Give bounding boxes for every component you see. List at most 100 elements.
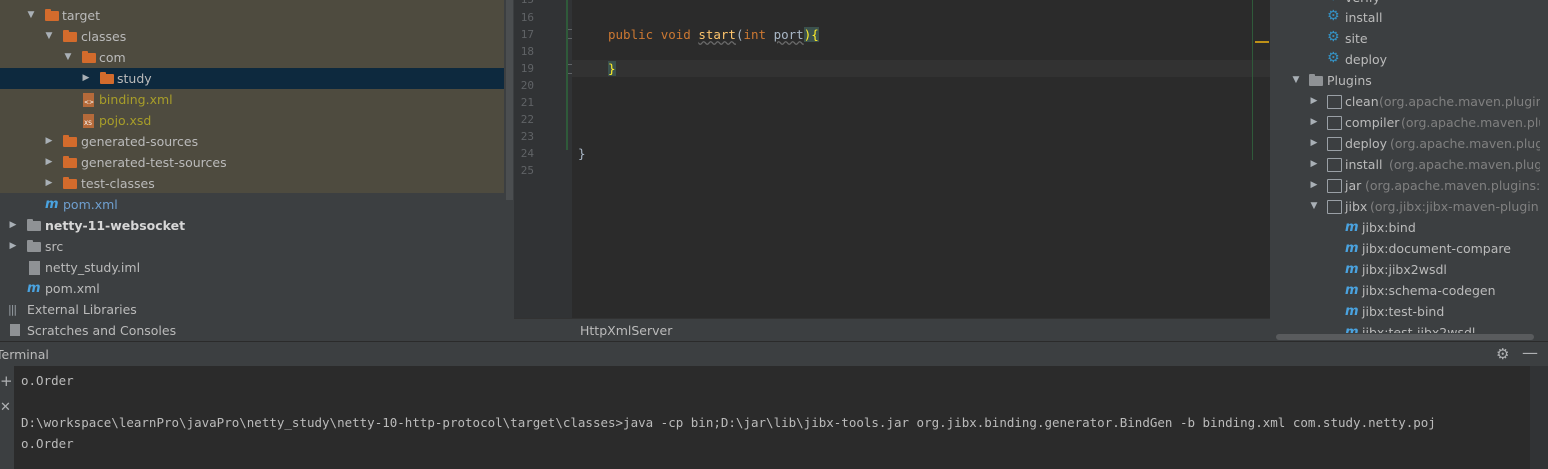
tree-item-com[interactable]: ▼ com [0,47,504,68]
new-session-plus-icon[interactable]: + [0,372,13,390]
gear-icon: ⚙ [1327,0,1340,3]
goal-jibx-document-compare[interactable]: m jibx:document-compare [1270,238,1540,259]
plugin-icon [1327,137,1342,151]
editor-gutter[interactable]: 15 16 17 18 19 20 21 22 23 24 25 [514,0,576,318]
folder-icon [45,9,59,21]
code-line-24: } [578,146,586,161]
goal-jibx-schema-codegen[interactable]: m jibx:schema-codegen [1270,280,1540,301]
terminal-scrollbar[interactable] [1530,366,1548,469]
tree-item-scratches-and-consoles[interactable]: Scratches and Consoles [0,320,504,341]
scratches-icon [10,324,20,336]
expand-arrow-down-icon[interactable]: ▼ [63,47,73,68]
project-tool-window: ▼ target ▼ classes ▼ com ▶ study <> bind… [0,0,514,341]
scrollbar-thumb[interactable] [506,0,513,200]
folder-icon [100,72,114,84]
plugin-icon [1327,116,1342,130]
close-session-icon[interactable]: ✕ [0,400,11,415]
expand-arrow-right-icon[interactable]: ▶ [44,152,54,173]
goal-jibx-jibx2wsdl[interactable]: m jibx:jibx2wsdl [1270,259,1540,280]
maven-goal-icon: m [1345,304,1359,319]
expand-arrow-down-icon[interactable]: ▼ [26,5,36,26]
code-editor[interactable]: public void start(int port){ } } [566,0,1270,318]
plugin-icon [1327,179,1342,193]
change-marker [566,0,568,150]
tree-item-generated-sources[interactable]: ▶ generated-sources [0,131,504,152]
expand-arrow-down-icon[interactable]: ▼ [44,26,54,47]
tree-item-pom-xml[interactable]: m pom.xml [0,194,504,215]
breadcrumb-class[interactable]: HttpXmlServer [580,323,672,338]
lifecycle-site[interactable]: ⚙ site [1270,28,1540,49]
tree-item-pojo-xsd[interactable]: XS pojo.xsd [0,110,504,131]
tree-item-netty-11-websocket[interactable]: ▶ netty-11-websocket [0,215,504,236]
expand-arrow-right-icon[interactable]: ▶ [44,131,54,152]
expand-arrow-right-icon[interactable]: ▶ [1309,133,1319,154]
folder-icon [63,30,77,42]
expand-arrow-right-icon[interactable]: ▶ [1309,154,1319,175]
project-scrollbar[interactable] [505,0,514,341]
line-number: 16 [520,11,534,24]
line-number: 23 [520,130,534,143]
folder-icon [63,156,77,168]
folder-icon [63,177,77,189]
maven-tool-window: ⚙ verify ⚙ install ⚙ site ⚙ deploy ▼ Plu… [1270,0,1548,341]
terminal-line: o.Order [21,373,74,388]
expand-arrow-right-icon[interactable]: ▶ [8,215,18,236]
line-number: 19 [520,62,534,75]
folder-icon [82,51,96,63]
current-line-highlight [572,60,1270,77]
expand-arrow-right-icon[interactable]: ▶ [81,68,91,89]
plugin-icon [1327,200,1342,214]
plugin-jibx[interactable]: ▼ jibx (org.jibx:jibx-maven-plugin:1.3 [1270,196,1548,217]
gear-icon[interactable]: ⚙ [1496,345,1509,363]
plugins-node[interactable]: ▼ Plugins [1270,70,1540,91]
expand-arrow-down-icon[interactable]: ▼ [1291,70,1301,91]
tree-item-external-libraries[interactable]: ||| External Libraries [0,299,504,320]
tree-item-test-classes[interactable]: ▶ test-classes [0,173,504,194]
plugin-install[interactable]: ▶ install (org.apache.maven.plugins:mave… [1270,154,1548,175]
expand-arrow-right-icon[interactable]: ▶ [1309,112,1319,133]
maven-file-icon: m [27,281,41,296]
code-line-19: } [608,61,616,76]
tree-item-netty-study-iml[interactable]: netty_study.iml [0,257,504,278]
line-number: 20 [520,79,534,92]
plugin-compiler[interactable]: ▶ compiler (org.apache.maven.plugins:mav… [1270,112,1548,133]
tree-item-generated-test-sources[interactable]: ▶ generated-test-sources [0,152,504,173]
plugin-jar[interactable]: ▶ jar (org.apache.maven.plugins:maven-ja… [1270,175,1548,196]
scrollbar-thumb[interactable] [1276,334,1534,340]
folder-icon [27,240,41,252]
right-margin-guide [1252,0,1253,160]
plugin-deploy[interactable]: ▶ deploy (org.apache.maven.plugins:maven… [1270,133,1548,154]
maven-goal-icon: m [1345,241,1359,256]
tree-item-root-pom-xml[interactable]: m pom.xml [0,278,504,299]
tree-item-target[interactable]: ▼ target [0,5,504,26]
maven-goal-icon: m [1345,283,1359,298]
folder-icon [63,135,77,147]
code-line-17: public void start(int port){ [608,27,819,42]
tree-item-study[interactable]: ▶ study [0,68,504,89]
editor-breadcrumb-bar: HttpXmlServer [514,318,1270,342]
lifecycle-install[interactable]: ⚙ install [1270,7,1540,28]
terminal-line: o.Order [21,436,74,451]
terminal-output[interactable]: o.Order D:\workspace\learnPro\javaPro\ne… [14,366,1530,469]
minimize-icon[interactable]: — [1522,343,1538,362]
tree-item-src[interactable]: ▶ src [0,236,504,257]
expand-arrow-right-icon[interactable]: ▶ [8,236,18,257]
tree-item-classes[interactable]: ▼ classes [0,26,504,47]
line-number: 17 [520,28,534,41]
library-icon: ||| [8,303,17,316]
warning-stripe-mark[interactable] [1255,41,1269,43]
line-number: 22 [520,113,534,126]
maven-vertical-scrollbar[interactable] [1540,0,1548,333]
expand-arrow-right-icon[interactable]: ▶ [44,173,54,194]
expand-arrow-down-icon[interactable]: ▼ [1309,196,1319,217]
goal-jibx-test-bind[interactable]: m jibx:test-bind [1270,301,1540,322]
maven-horizontal-scrollbar[interactable] [1270,333,1540,341]
goal-jibx-bind[interactable]: m jibx:bind [1270,217,1540,238]
expand-arrow-right-icon[interactable]: ▶ [1309,91,1319,112]
gear-icon: ⚙ [1327,29,1340,45]
line-number: 21 [520,96,534,109]
plugin-clean[interactable]: ▶ clean (org.apache.maven.plugins:maven-… [1270,91,1548,112]
lifecycle-deploy[interactable]: ⚙ deploy [1270,49,1540,70]
tree-item-binding-xml[interactable]: <> binding.xml [0,89,504,110]
expand-arrow-right-icon[interactable]: ▶ [1309,175,1319,196]
